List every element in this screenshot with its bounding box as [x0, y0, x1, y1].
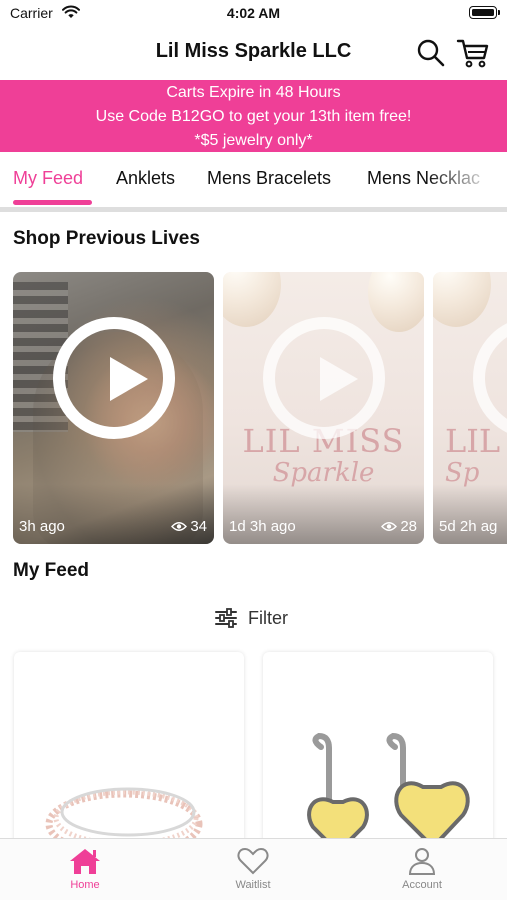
search-icon [417, 39, 445, 67]
nav-home[interactable]: Home [35, 847, 135, 891]
category-tabs: My Feed Anklets Mens Bracelets Mens Neck… [0, 152, 507, 208]
balloon-decoration [433, 272, 491, 327]
live-card[interactable]: LIL Sp 5d 2h ag [433, 272, 507, 544]
clock: 4:02 AM [226, 5, 281, 21]
store-logo-line-1: LIL [445, 422, 501, 460]
card-shade [13, 484, 214, 544]
search-button[interactable] [416, 38, 446, 68]
feed-title: My Feed [13, 560, 90, 581]
play-button[interactable] [263, 317, 385, 439]
promo-line-2: Use Code B12GO to get your 13th item fre… [95, 108, 412, 125]
nav-waitlist-label: Waitlist [235, 879, 271, 891]
heart-icon [237, 847, 269, 875]
live-views: 34 [171, 518, 207, 535]
card-shade [433, 484, 507, 544]
previous-lives-title: Shop Previous Lives [13, 228, 200, 249]
balloon-decoration [223, 272, 281, 327]
live-views: 28 [381, 518, 417, 535]
promo-line-3: *$5 jewelry only* [194, 132, 313, 149]
home-icon [70, 849, 100, 874]
live-time-ago: 5d 2h ag [439, 518, 498, 535]
active-tab-indicator [13, 200, 92, 205]
battery-icon [469, 6, 500, 19]
cart-icon [456, 39, 489, 68]
play-icon [320, 357, 358, 401]
live-card[interactable]: 3h ago 34 [13, 272, 214, 544]
view-count: 34 [190, 518, 207, 535]
tab-anklets[interactable]: Anklets [116, 168, 175, 189]
product-image-bracelet [45, 787, 203, 852]
product-image-earrings [307, 732, 470, 852]
tab-mens-bracelets[interactable]: Mens Bracelets [207, 168, 331, 189]
card-shade [223, 484, 424, 544]
tab-my-feed[interactable]: My Feed [13, 168, 83, 189]
eye-icon [171, 522, 188, 531]
play-icon [110, 357, 148, 401]
status-bar: Carrier 4:02 AM [0, 0, 507, 30]
filter-button[interactable]: Filter [214, 604, 288, 632]
app-header: Lil Miss Sparkle LLC [0, 30, 507, 78]
cart-button[interactable] [456, 36, 490, 70]
tabs-fade [427, 152, 507, 208]
balloon-decoration [368, 272, 424, 332]
play-button[interactable] [53, 317, 175, 439]
bottom-tab-bar: Home Waitlist Account [0, 838, 507, 900]
nav-account-label: Account [402, 879, 442, 891]
live-time-ago: 3h ago [19, 518, 65, 535]
live-time-ago: 1d 3h ago [229, 518, 296, 535]
nav-waitlist[interactable]: Waitlist [203, 847, 303, 891]
play-button[interactable] [473, 317, 507, 439]
eye-icon [381, 522, 398, 531]
live-card[interactable]: LIL MISS Sparkle 1d 3h ago 28 [223, 272, 424, 544]
sliders-icon [215, 608, 237, 628]
promo-banner: Carts Expire in 48 Hours Use Code B12GO … [0, 80, 507, 152]
promo-line-1: Carts Expire in 48 Hours [166, 84, 341, 101]
filter-label: Filter [248, 607, 288, 628]
nav-account[interactable]: Account [372, 847, 472, 891]
nav-home-label: Home [70, 879, 100, 891]
person-icon [408, 848, 436, 875]
product-card[interactable] [263, 652, 493, 852]
view-count: 28 [400, 518, 417, 535]
previous-lives-row: 3h ago 34 LIL MISS Sparkle 1d 3h ago 28 [0, 272, 507, 544]
tabs-divider [0, 207, 507, 212]
product-card[interactable] [14, 652, 244, 852]
